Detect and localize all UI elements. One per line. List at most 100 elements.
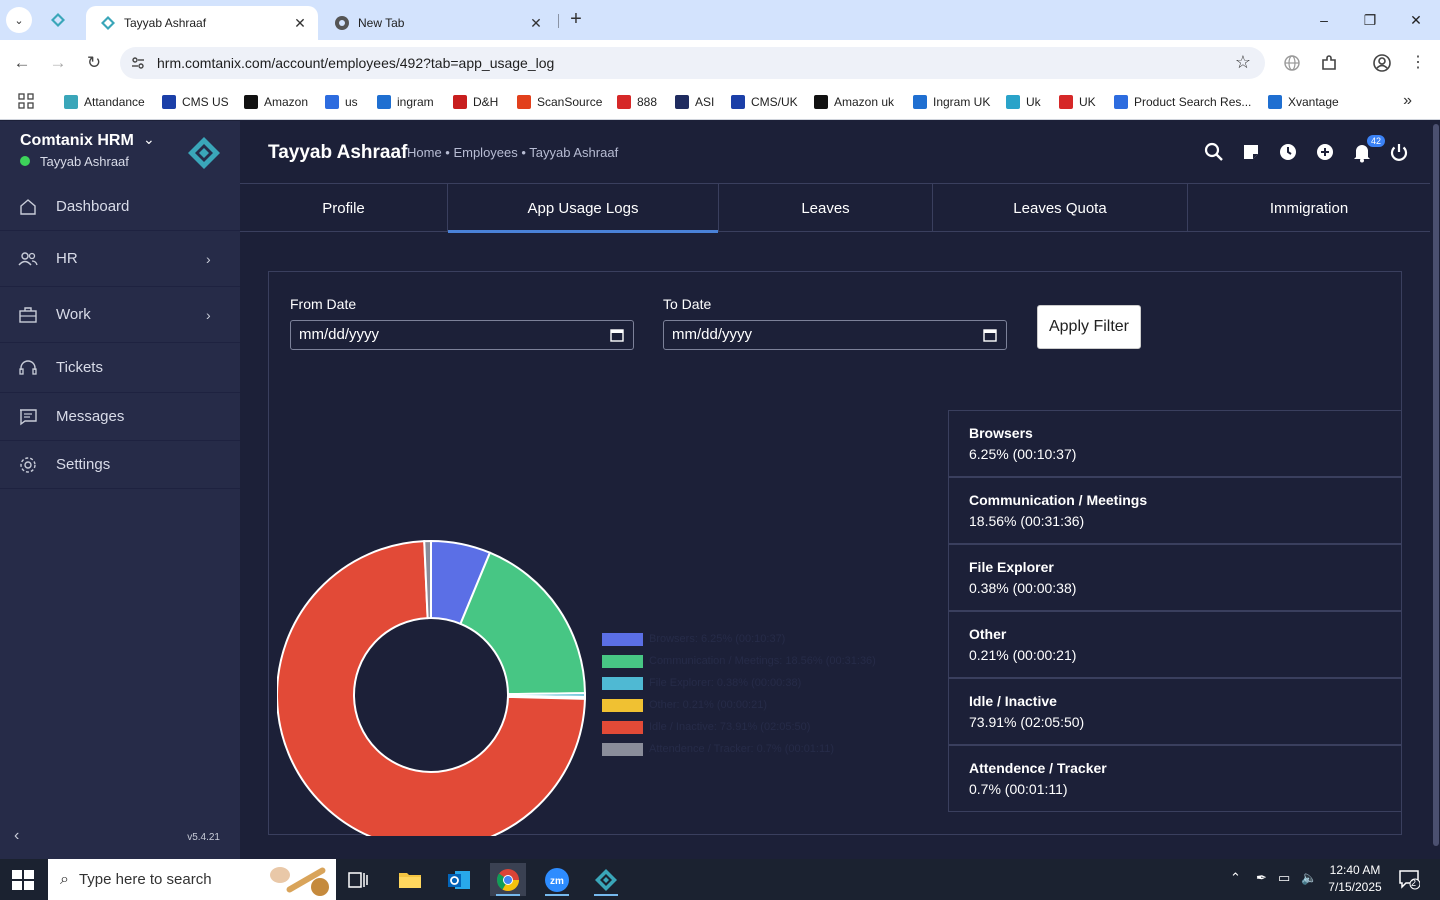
file-explorer-icon[interactable] bbox=[392, 863, 428, 896]
comtanix-tracker-icon[interactable] bbox=[588, 863, 624, 896]
forward-icon[interactable]: → bbox=[47, 52, 69, 74]
restore-icon[interactable]: ❐ bbox=[1358, 8, 1382, 32]
app-usage-panel: From Date mm/dd/yyyy To Date mm/dd/yyyy … bbox=[268, 271, 1402, 836]
site-settings-icon[interactable] bbox=[130, 55, 146, 71]
tab-profile[interactable]: Profile bbox=[240, 184, 448, 232]
more-bookmarks-icon[interactable]: » bbox=[1403, 92, 1412, 110]
usage-card-title: Communication / Meetings bbox=[969, 492, 1148, 508]
sidebar-item-settings[interactable]: Settings bbox=[0, 441, 240, 489]
clock-date: 7/15/2025 bbox=[1328, 880, 1382, 894]
legend-swatch bbox=[602, 742, 643, 756]
to-date-input[interactable]: mm/dd/yyyy bbox=[663, 320, 1007, 350]
notification-count: 2 bbox=[1411, 878, 1417, 888]
bookmark-item[interactable]: ingram bbox=[377, 93, 434, 111]
chrome-icon[interactable] bbox=[490, 863, 526, 896]
chevron-down-icon[interactable]: ⌄ bbox=[143, 131, 155, 148]
chevron-up-icon[interactable]: ⌃ bbox=[1230, 870, 1241, 886]
bookmark-label: UK bbox=[1079, 95, 1096, 109]
sidebar-item-work[interactable]: Work › bbox=[0, 287, 240, 343]
tab-app-usage-logs[interactable]: App Usage Logs bbox=[448, 184, 719, 233]
close-tab-icon[interactable]: ✕ bbox=[528, 15, 544, 32]
bookmark-favicon-icon bbox=[617, 95, 631, 109]
volume-icon[interactable]: 🔈 bbox=[1301, 870, 1317, 886]
sidebar-item-hr[interactable]: HR › bbox=[0, 231, 240, 287]
new-tab-button[interactable]: + bbox=[566, 9, 586, 29]
bookmark-item[interactable]: 888 bbox=[617, 93, 657, 111]
bookmark-item[interactable]: Amazon uk bbox=[814, 93, 894, 111]
from-date-input[interactable]: mm/dd/yyyy bbox=[290, 320, 634, 350]
bookmark-item[interactable]: D&H bbox=[453, 93, 498, 111]
bookmark-star-icon[interactable]: ☆ bbox=[1235, 52, 1251, 73]
bookmark-label: Attandance bbox=[84, 95, 145, 109]
tab-new-tab[interactable]: New Tab ✕ bbox=[322, 6, 554, 40]
sidebar-item-dashboard[interactable]: Dashboard bbox=[0, 183, 240, 231]
network-icon[interactable]: ▭ bbox=[1278, 870, 1290, 886]
bookmark-item[interactable]: CMS US bbox=[162, 93, 229, 111]
legend-item[interactable]: Browsers: 6.25% (00:10:37) bbox=[602, 632, 785, 646]
bookmark-item[interactable]: CMS/UK bbox=[731, 93, 798, 111]
task-view-icon[interactable] bbox=[340, 863, 376, 896]
clock-icon[interactable] bbox=[1277, 141, 1299, 163]
apps-grid-icon[interactable] bbox=[18, 93, 34, 109]
headset-icon bbox=[19, 359, 37, 375]
legend-label: Communication / Meetings: 18.56% (00:31:… bbox=[649, 655, 876, 667]
sidebar-item-messages[interactable]: Messages bbox=[0, 393, 240, 441]
legend-item[interactable]: File Explorer: 0.38% (00:00:38) bbox=[602, 676, 801, 690]
address-bar[interactable]: hrm.comtanix.com/account/employees/492?t… bbox=[120, 47, 1265, 79]
bookmark-item[interactable]: UK bbox=[1059, 93, 1096, 111]
legend-label: Attendence / Tracker: 0.7% (00:01:11) bbox=[649, 743, 835, 755]
collapse-sidebar-icon[interactable]: ‹ bbox=[14, 827, 19, 845]
power-icon[interactable] bbox=[1388, 141, 1410, 163]
tab-immigration[interactable]: Immigration bbox=[1188, 184, 1430, 232]
translate-icon[interactable] bbox=[1282, 53, 1302, 73]
zoom-icon[interactable]: zm bbox=[539, 863, 575, 896]
sidebar-item-tickets[interactable]: Tickets bbox=[0, 343, 240, 393]
pen-icon[interactable]: ✒ bbox=[1256, 870, 1267, 886]
reload-icon[interactable]: ↻ bbox=[83, 52, 105, 74]
calendar-icon[interactable] bbox=[610, 328, 624, 342]
bookmark-item[interactable]: Amazon bbox=[244, 93, 308, 111]
close-tab-icon[interactable]: ✕ bbox=[292, 15, 308, 32]
tab-leaves[interactable]: Leaves bbox=[719, 184, 933, 232]
action-center-icon[interactable]: 2 bbox=[1398, 868, 1421, 893]
search-icon[interactable] bbox=[1203, 141, 1225, 163]
tab-search-button[interactable]: ⌄ bbox=[6, 7, 32, 33]
legend-label: Other: 0.21% (00:00:21) bbox=[649, 699, 768, 711]
back-icon[interactable]: ← bbox=[11, 52, 33, 74]
close-window-icon[interactable]: ✕ bbox=[1404, 8, 1428, 32]
minimize-icon[interactable]: – bbox=[1312, 8, 1336, 32]
taskbar-search-placeholder: Type here to search bbox=[78, 871, 212, 888]
legend-item[interactable]: Attendence / Tracker: 0.7% (00:01:11) bbox=[602, 742, 834, 756]
bookmark-item[interactable]: Attandance bbox=[64, 93, 145, 111]
to-date-label: To Date bbox=[663, 296, 712, 312]
outlook-icon[interactable] bbox=[441, 863, 477, 896]
add-circle-icon[interactable] bbox=[1314, 141, 1336, 163]
tab-leaves-quota[interactable]: Leaves Quota bbox=[933, 184, 1188, 232]
profile-icon[interactable] bbox=[1372, 53, 1392, 73]
taskbar-clock[interactable]: 12:40 AM 7/15/2025 bbox=[1322, 862, 1388, 896]
usage-card: File Explorer 0.38% (00:00:38) bbox=[948, 544, 1402, 611]
bookmark-item[interactable]: ScanSource bbox=[517, 93, 602, 111]
legend-item[interactable]: Communication / Meetings: 18.56% (00:31:… bbox=[602, 654, 876, 668]
brand-name[interactable]: Comtanix HRM bbox=[20, 132, 134, 150]
legend-item[interactable]: Idle / Inactive: 73.91% (02:05:50) bbox=[602, 720, 810, 734]
bookmark-item[interactable]: Uk bbox=[1006, 93, 1041, 111]
bookmark-item[interactable]: us bbox=[325, 93, 358, 111]
kebab-menu-icon[interactable]: ⋮ bbox=[1408, 53, 1428, 73]
calendar-icon[interactable] bbox=[983, 328, 997, 342]
extensions-icon[interactable] bbox=[1319, 53, 1339, 73]
bookmark-item[interactable]: Ingram UK bbox=[913, 93, 990, 111]
windows-start-icon[interactable] bbox=[12, 870, 34, 890]
legend-item[interactable]: Other: 0.21% (00:00:21) bbox=[602, 698, 767, 712]
bookmark-item[interactable]: ASI bbox=[675, 93, 714, 111]
bookmark-favicon-icon bbox=[1114, 95, 1128, 109]
sticky-note-icon[interactable] bbox=[1240, 141, 1262, 163]
apply-filter-button[interactable]: Apply Filter bbox=[1037, 305, 1141, 349]
breadcrumb[interactable]: Home • Employees • Tayyab Ashraaf bbox=[407, 145, 618, 160]
taskbar-search[interactable]: ⌕ Type here to search bbox=[48, 859, 336, 900]
bookmark-item[interactable]: Xvantage bbox=[1268, 93, 1339, 111]
page-scrollbar-thumb[interactable] bbox=[1433, 124, 1439, 846]
tab-active[interactable]: Tayyab Ashraaf ✕ bbox=[86, 6, 318, 40]
pinned-tab-favicon[interactable] bbox=[50, 12, 66, 28]
bookmark-item[interactable]: Product Search Res... bbox=[1114, 93, 1251, 111]
